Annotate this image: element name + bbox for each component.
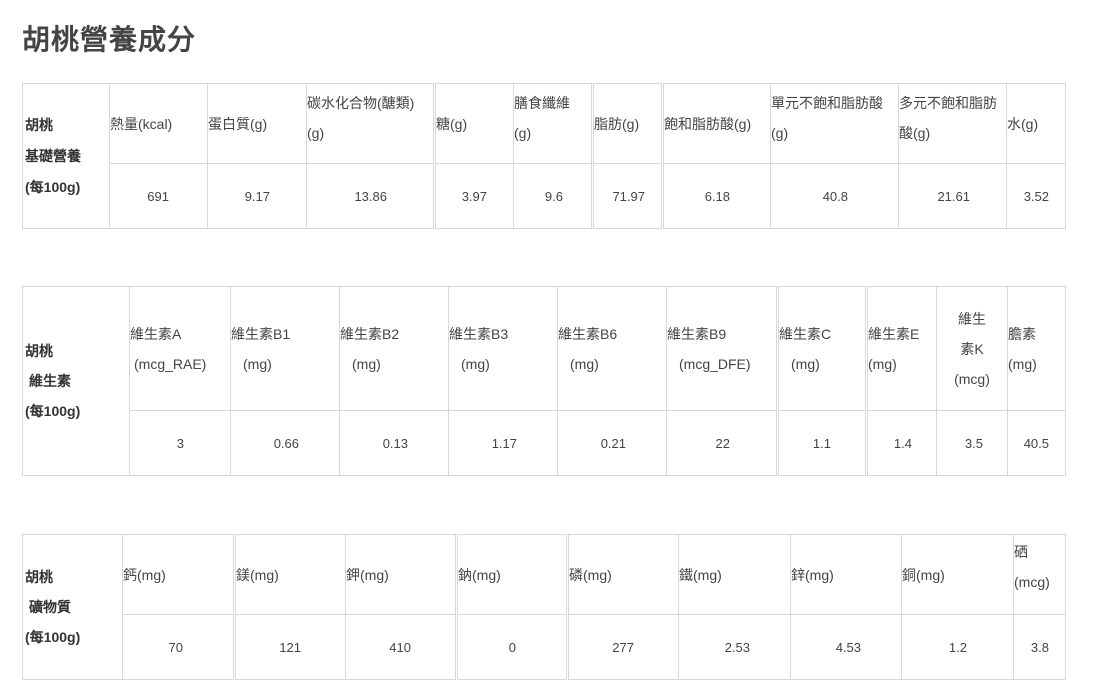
column-header-sugar: 糖(g) — [433, 83, 514, 164]
column-header-vitamin-b2: 維生素B2 (mg) — [339, 286, 449, 411]
vitamins-table: 胡桃 維生素 (每100g) 維生素A (mcg_RAE) 維生素B1 (mg) 維… — [22, 286, 1066, 476]
table-row: 3 0.66 0.13 1.17 0.21 22 1.1 1.4 3.5 40.… — [23, 410, 1066, 476]
value-choline: 40.5 — [1007, 410, 1066, 476]
value-vitamin-b1: 0.66 — [230, 410, 340, 476]
row-header-unit: (每100g) — [25, 178, 81, 195]
row-header: 胡桃 基礎營養 (每100g) — [22, 83, 110, 229]
column-header-fat: 脂肪(g) — [591, 83, 663, 164]
column-header-copper: 銅(mg) — [901, 534, 1014, 615]
basic-nutrition-table: 胡桃 基礎營養 (每100g) 熱量(kcal) 蛋白質(g) 碳水化合物(醣類… — [22, 83, 1066, 229]
value-energy: 691 — [109, 163, 208, 229]
value-sodium: 0 — [455, 614, 568, 680]
value-selenium: 3.8 — [1013, 614, 1066, 680]
row-header-food: 胡桃 — [25, 116, 53, 133]
value-copper: 1.2 — [901, 614, 1014, 680]
value-protein: 9.17 — [207, 163, 307, 229]
value-iron: 2.53 — [678, 614, 791, 680]
minerals-table: 胡桃 礦物質 (每100g) 鈣(mg) 鎂(mg) 鉀(mg) 鈉(mg) 磷… — [22, 534, 1066, 680]
column-header-choline: 膽素 (mg) — [1007, 286, 1066, 411]
column-header-potassium: 鉀(mg) — [345, 534, 457, 615]
column-header-vitamin-b9: 維生素B9 (mcg_DFE) — [666, 286, 778, 411]
column-header-energy: 熱量(kcal) — [109, 83, 208, 164]
column-header-carbohydrate: 碳水化合物(醣類) (g) — [306, 83, 435, 164]
column-header-vitamin-b3: 維生素B3 (mg) — [448, 286, 558, 411]
row-header-category: 礦物質 — [29, 599, 71, 615]
value-zinc: 4.53 — [790, 614, 902, 680]
page-title: 胡桃營養成分 — [22, 23, 197, 56]
column-header-magnesium: 鎂(mg) — [233, 534, 346, 615]
column-header-vitamin-e: 維生素E (mg) — [865, 286, 937, 411]
column-header-protein: 蛋白質(g) — [207, 83, 307, 164]
value-vitamin-b6: 0.21 — [557, 410, 667, 476]
value-vitamin-b2: 0.13 — [339, 410, 449, 476]
value-vitamin-b9: 22 — [666, 410, 778, 476]
value-water: 3.52 — [1006, 163, 1066, 229]
value-vitamin-b3: 1.17 — [448, 410, 558, 476]
table-header-row: 胡桃 維生素 (每100g) 維生素A (mcg_RAE) 維生素B1 (mg) 維… — [22, 286, 1066, 476]
value-magnesium: 121 — [233, 614, 346, 680]
column-header-vitamin-k: 維生 素K (mcg) — [936, 286, 1008, 411]
row-header-unit: (每100g) — [25, 403, 81, 419]
column-header-vitamin-a: 維生素A (mcg_RAE) — [129, 286, 231, 411]
value-vitamin-e: 1.4 — [865, 410, 937, 476]
column-header-fiber: 膳食纖維 (g) — [513, 83, 593, 164]
value-potassium: 410 — [345, 614, 457, 680]
value-polyunsaturated-fat: 21.61 — [898, 163, 1007, 229]
column-header-vitamin-c: 維生素C (mg) — [776, 286, 867, 411]
column-header-iron: 鐵(mg) — [678, 534, 791, 615]
column-header-selenium: 硒 (mcg) — [1013, 534, 1066, 615]
column-header-sodium: 鈉(mg) — [455, 534, 568, 615]
column-header-polyunsaturated-fat: 多元不飽和脂肪 酸(g) — [898, 83, 1007, 164]
value-saturated-fat: 6.18 — [661, 163, 771, 229]
table-row: 691 9.17 13.86 3.97 9.6 71.97 6.18 40.8 … — [23, 163, 1066, 229]
value-vitamin-k: 3.5 — [936, 410, 1008, 476]
value-fat: 71.97 — [591, 163, 663, 229]
table-header-row: 胡桃 礦物質 (每100g) 鈣(mg) 鎂(mg) 鉀(mg) 鈉(mg) 磷… — [22, 534, 1066, 680]
row-header-category: 基礎營養 — [25, 147, 81, 164]
table-row: 70 121 410 0 277 2.53 4.53 1.2 3.8 — [23, 614, 1066, 680]
column-header-saturated-fat: 飽和脂肪酸(g) — [661, 83, 771, 164]
column-header-zinc: 鋅(mg) — [790, 534, 902, 615]
value-carbohydrate: 13.86 — [306, 163, 435, 229]
column-header-water: 水(g) — [1006, 83, 1066, 164]
row-header: 胡桃 維生素 (每100g) — [22, 286, 130, 476]
row-header-food: 胡桃 — [25, 343, 53, 359]
column-header-monounsaturated-fat: 單元不飽和脂肪酸 (g) — [770, 83, 899, 164]
row-header-food: 胡桃 — [25, 569, 53, 585]
row-header: 胡桃 礦物質 (每100g) — [22, 534, 123, 680]
value-fiber: 9.6 — [513, 163, 593, 229]
row-header-category: 維生素 — [29, 373, 71, 389]
value-vitamin-c: 1.1 — [776, 410, 867, 476]
value-sugar: 3.97 — [433, 163, 514, 229]
value-vitamin-a: 3 — [129, 410, 231, 476]
value-monounsaturated-fat: 40.8 — [770, 163, 899, 229]
column-header-vitamin-b6: 維生素B6 (mg) — [557, 286, 667, 411]
column-header-phosphorus: 磷(mg) — [566, 534, 679, 615]
column-header-calcium: 鈣(mg) — [122, 534, 235, 615]
row-header-unit: (每100g) — [25, 629, 81, 645]
table-header-row: 胡桃 基礎營養 (每100g) 熱量(kcal) 蛋白質(g) 碳水化合物(醣類… — [22, 83, 1066, 229]
value-phosphorus: 277 — [566, 614, 679, 680]
value-calcium: 70 — [122, 614, 235, 680]
column-header-vitamin-b1: 維生素B1 (mg) — [230, 286, 340, 411]
